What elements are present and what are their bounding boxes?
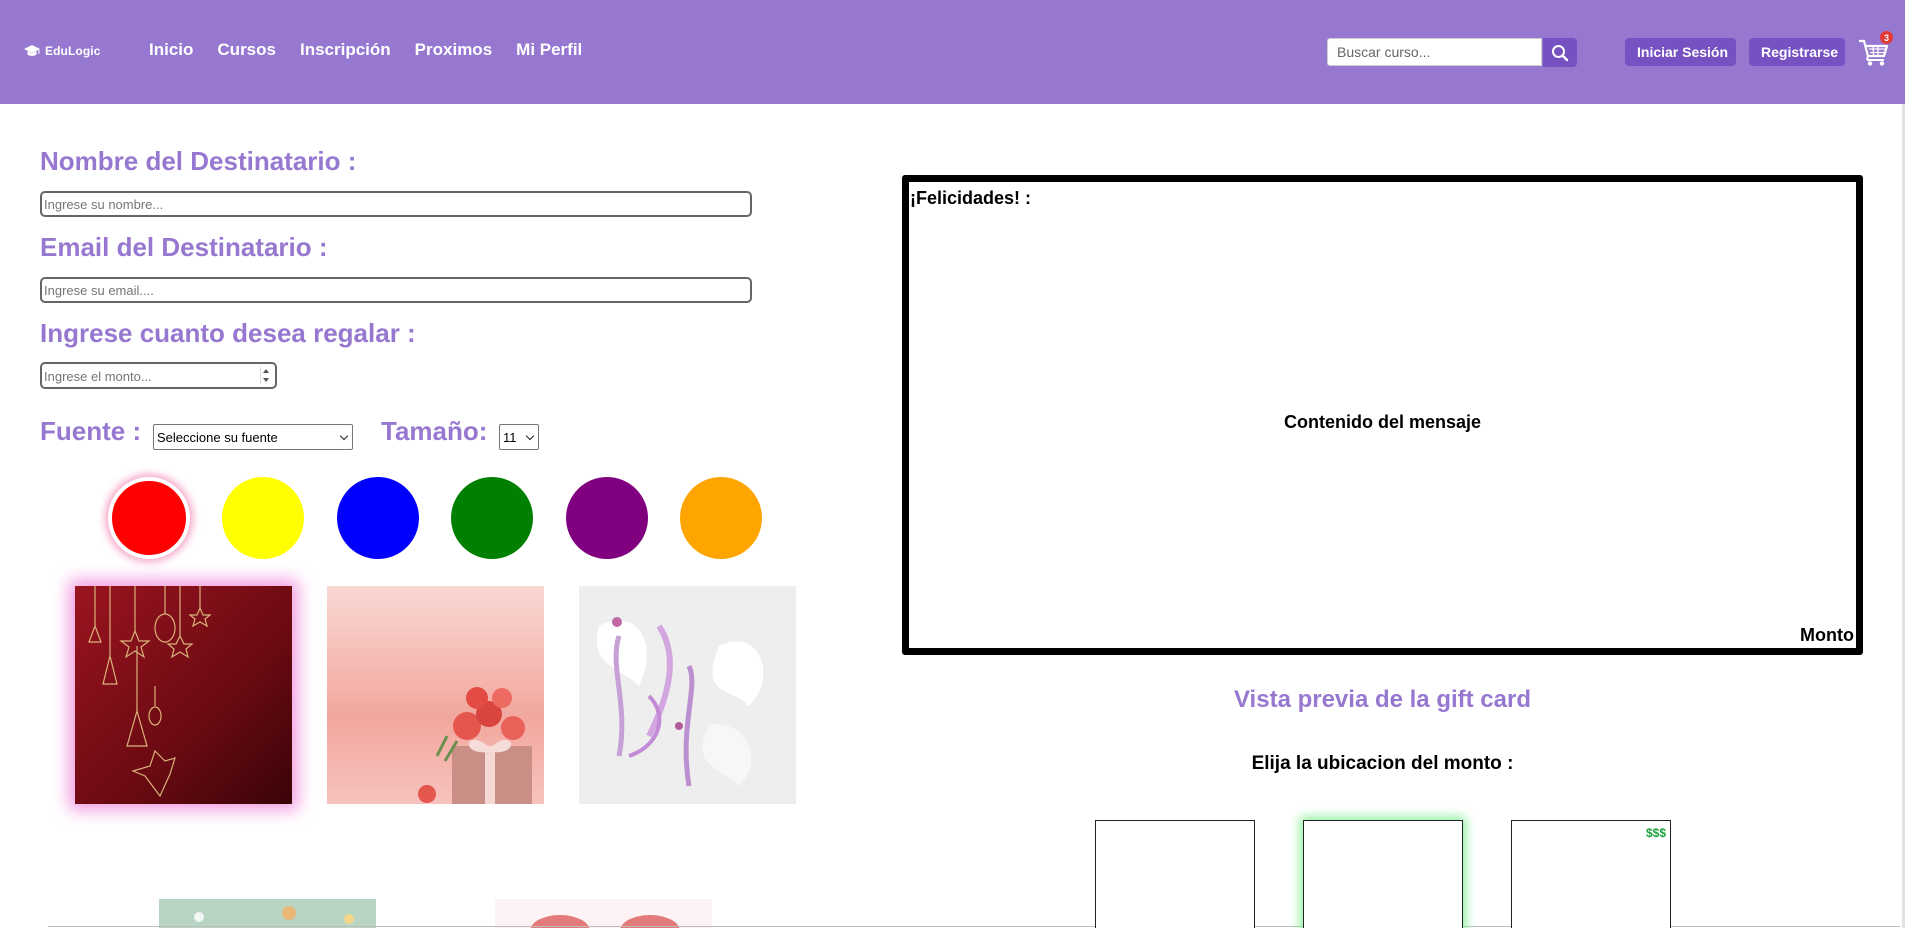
search-input[interactable] xyxy=(1327,38,1542,66)
background-option-lilies[interactable] xyxy=(579,586,796,804)
background-option-kids[interactable] xyxy=(159,899,376,928)
amount-location-option-left[interactable] xyxy=(1095,820,1255,928)
nav-link-inscripcion[interactable]: Inscripción xyxy=(300,40,391,60)
nav-link-cursos[interactable]: Cursos xyxy=(217,40,276,60)
top-navbar: EduLogic Inicio Cursos Inscripción Proxi… xyxy=(0,0,1905,104)
nav-link-mi-perfil[interactable]: Mi Perfil xyxy=(516,40,582,60)
background-option-christmas[interactable] xyxy=(75,586,292,804)
color-swatch-purple[interactable] xyxy=(566,477,648,559)
amount-location-option-right[interactable]: $$$ xyxy=(1511,820,1671,928)
main-nav: Inicio Cursos Inscripción Proximos Mi Pe… xyxy=(149,40,582,60)
login-button[interactable]: Iniciar Sesión xyxy=(1625,38,1736,66)
amount-label: Ingrese cuanto desea regalar : xyxy=(40,318,416,348)
christmas-ornaments-image xyxy=(75,586,292,804)
color-swatch-red[interactable] xyxy=(108,477,190,559)
amount-location-option-center[interactable] xyxy=(1303,820,1463,928)
size-select[interactable]: 11 xyxy=(499,424,539,450)
stepper-down-icon[interactable] xyxy=(263,378,269,382)
white-lilies-image xyxy=(579,586,796,804)
pink-roses-gift-image xyxy=(327,586,544,804)
size-label: Tamaño: xyxy=(381,416,488,446)
color-swatch-green[interactable] xyxy=(451,477,533,559)
amount-input[interactable]: Ingrese el monto... xyxy=(40,362,277,389)
font-select[interactable]: Seleccione su fuente xyxy=(153,424,353,450)
logo-text: EduLogic xyxy=(45,44,101,58)
hearts-image xyxy=(495,899,712,928)
background-option-roses[interactable] xyxy=(327,586,544,804)
chevron-down-icon xyxy=(339,431,349,441)
search-icon xyxy=(1552,44,1569,61)
kids-pattern-image xyxy=(159,899,376,928)
background-option-hearts[interactable] xyxy=(495,899,712,928)
chevron-down-icon xyxy=(525,431,535,441)
color-swatch-orange[interactable] xyxy=(680,477,762,559)
recipient-email-label: Email del Destinatario : xyxy=(40,232,328,262)
nav-link-proximos[interactable]: Proximos xyxy=(415,40,492,60)
amount-location-marker: $$$ xyxy=(1645,826,1666,840)
gift-card-amount: Monto xyxy=(1800,625,1854,645)
size-select-value: 11 xyxy=(503,429,517,445)
font-select-value: Seleccione su fuente xyxy=(157,429,278,445)
gift-card-preview: ¡Felicidades! : Contenido del mensaje Mo… xyxy=(902,175,1863,655)
recipient-email-input[interactable] xyxy=(40,277,752,303)
register-button[interactable]: Registrarse xyxy=(1749,38,1845,66)
gift-card-message: Contenido del mensaje xyxy=(1283,412,1482,432)
preview-title: Vista previa de la gift card xyxy=(1233,686,1531,713)
amount-location-title: Elija la ubicacion del monto : xyxy=(1251,753,1514,774)
amount-stepper[interactable] xyxy=(260,367,271,384)
cart-count-badge: 3 xyxy=(1880,31,1893,44)
color-swatch-yellow[interactable] xyxy=(222,477,304,559)
stepper-up-icon[interactable] xyxy=(263,369,269,373)
amount-placeholder: Ingrese el monto... xyxy=(44,369,152,384)
logo[interactable]: EduLogic xyxy=(24,41,100,61)
search-button[interactable] xyxy=(1543,38,1577,67)
color-swatch-blue[interactable] xyxy=(337,477,419,559)
nav-link-inicio[interactable]: Inicio xyxy=(149,40,193,60)
font-label: Fuente : xyxy=(40,416,142,446)
graduation-cap-icon xyxy=(24,45,40,56)
gift-card-title: ¡Felicidades! : xyxy=(910,188,1032,208)
recipient-name-input[interactable] xyxy=(40,191,752,217)
recipient-name-label: Nombre del Destinatario : xyxy=(40,146,357,176)
